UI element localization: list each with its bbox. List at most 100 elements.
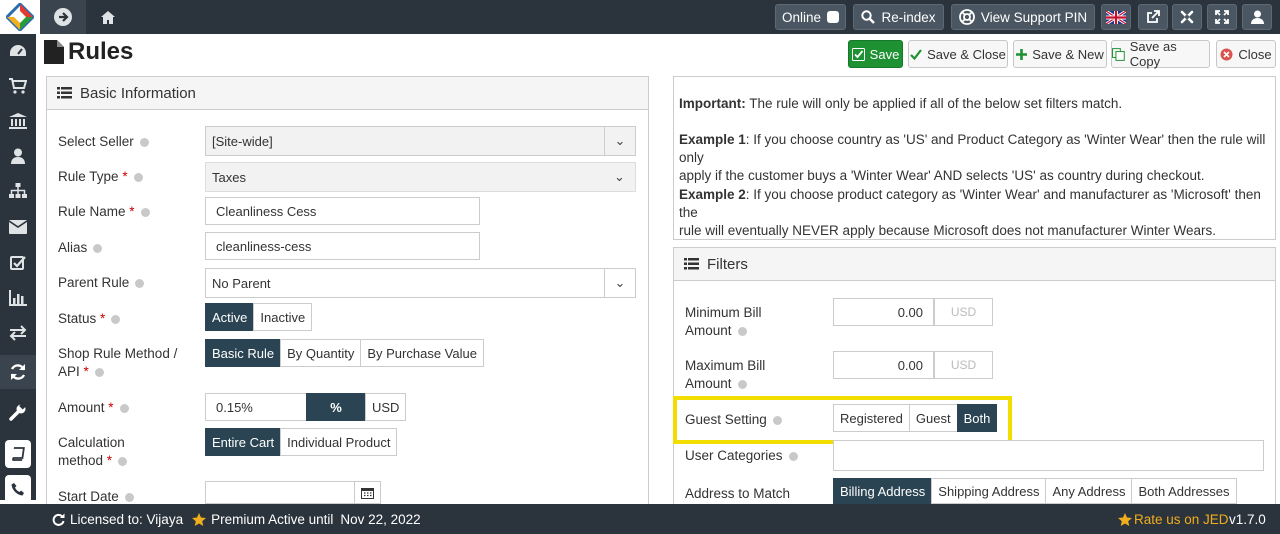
amount-percent-button[interactable]: % [306,393,366,421]
uk-flag-icon [1106,10,1126,24]
star-icon [192,512,207,526]
reindex-button[interactable]: Re-index [853,4,944,30]
save-button[interactable]: Save [848,40,903,68]
sidebar-item-messages[interactable] [0,210,36,244]
sidebar-item-dashboard[interactable] [0,34,36,68]
user-categories-input[interactable] [833,440,1264,471]
sidebar-item-tasks[interactable] [0,246,36,280]
refresh-icon [52,513,65,526]
home-icon [101,10,115,24]
alias-input[interactable]: cleanliness-cess [205,232,480,260]
external-link-button[interactable] [1138,4,1168,30]
basic-info-header: Basic Information [47,77,648,110]
method-purchase-value-button[interactable]: By Purchase Value [360,339,484,367]
sidebar-item-tools[interactable] [0,395,36,429]
info-icon[interactable] [788,451,798,461]
external-link-icon [1147,10,1160,23]
sidebar-item-categories[interactable] [0,174,36,208]
info-icon[interactable] [135,278,145,288]
info-icon[interactable] [119,403,129,413]
save-close-button[interactable]: Save & Close [908,40,1008,68]
info-icon[interactable] [140,207,150,217]
language-button[interactable] [1101,4,1131,30]
sidebar-item-contact[interactable] [0,472,36,506]
info-icon[interactable] [737,379,747,389]
online-label: Online [781,9,822,25]
home-button[interactable] [90,0,126,34]
lifebuoy-icon [958,9,975,25]
star-icon [1118,512,1132,526]
maximum-bill-value: 0.00 [897,357,923,373]
amount-input[interactable]: 0.15% [205,393,307,421]
important-note: Important: The rule will only be applied… [679,96,1123,111]
save-label: Save [869,46,900,62]
envelope-icon [9,220,27,234]
view-support-pin-button[interactable]: View Support PIN [951,4,1095,30]
check-square-icon [851,47,865,61]
user-categories-label: User Categories [685,447,798,465]
address-shipping-button[interactable]: Shipping Address [931,478,1047,504]
sidebar-item-transfers[interactable] [0,316,36,350]
sidebar-item-institution[interactable] [0,104,36,138]
info-icon[interactable] [93,243,103,253]
calendar-button[interactable] [354,481,381,504]
calc-individual-product-button[interactable]: Individual Product [280,428,398,456]
amount-usd-button[interactable]: USD [365,393,407,421]
calc-entire-cart-button[interactable]: Entire Cart [205,428,282,456]
version-text: v1.7.0 [1229,511,1266,527]
status-toggle: Active Inactive [205,303,313,331]
close-label: Close [1238,46,1272,62]
app-logo[interactable] [0,0,40,34]
minimum-bill-input[interactable]: 0.00 [833,298,934,326]
minimum-bill-label: Minimum Bill Amount [685,305,762,338]
sidebar-item-users[interactable] [0,139,36,173]
filters-header: Filters [674,248,1275,281]
info-icon[interactable] [133,172,143,182]
guest-setting-highlight [673,396,1012,444]
parent-rule-dropdown[interactable]: No Parent ⌄ [205,268,636,298]
info-icon[interactable] [139,137,149,147]
info-icon[interactable] [94,367,104,377]
book-icon [5,440,31,468]
address-both-button[interactable]: Both Addresses [1131,478,1237,504]
info-icon[interactable] [118,456,128,466]
close-button[interactable]: Close [1216,40,1276,68]
status-inactive-button[interactable]: Inactive [253,303,313,331]
sidebar-item-orders[interactable] [0,69,36,103]
exchange-icon [9,325,27,341]
fullscreen-button[interactable] [1207,4,1237,30]
save-new-button[interactable]: Save & New [1013,40,1107,68]
sidebar-item-docs[interactable] [0,437,36,471]
address-any-button[interactable]: Any Address [1045,478,1133,504]
info-icon[interactable] [737,326,747,336]
page-title-text: Rules [68,38,134,65]
minimum-bill-currency: USD [934,298,993,326]
basic-info-title: Basic Information [80,84,196,102]
status-active-button[interactable]: Active [205,303,255,331]
address-billing-button[interactable]: Billing Address [833,478,933,504]
check-icon [910,48,922,60]
user-menu-button[interactable] [1242,4,1272,30]
rate-us-link[interactable]: Rate us on JED [1118,504,1229,534]
toggle-menu-button[interactable] [40,0,86,34]
joomla-button[interactable] [1172,4,1202,30]
online-toggle[interactable]: Online [775,4,846,30]
premium-date: Nov 22, 2022 [340,511,421,527]
toggle-icon [827,11,840,23]
info-icon[interactable] [124,492,134,502]
save-copy-label: Save as Copy [1129,39,1177,69]
method-basic-button[interactable]: Basic Rule [205,339,282,367]
save-copy-button[interactable]: Save as Copy [1111,39,1210,69]
start-date-input[interactable] [205,481,355,504]
maximum-bill-input[interactable]: 0.00 [833,351,934,379]
sidebar-item-reports[interactable] [0,281,36,315]
rule-name-input[interactable]: Cleanliness Cess [205,197,480,225]
method-quantity-button[interactable]: By Quantity [280,339,362,367]
amount-value: 0.15% [216,399,253,415]
address-to-match-toggle: Billing Address Shipping Address Any Add… [833,478,1237,504]
sidebar-item-rules[interactable] [0,355,36,389]
license-info: Licensed to: Vijaya Premium Active until… [52,504,421,534]
rule-type-dropdown[interactable]: Taxes ⌄ [205,162,636,192]
select-seller-dropdown[interactable]: [Site-wide] ⌄ [205,126,636,156]
info-icon[interactable] [111,314,121,324]
